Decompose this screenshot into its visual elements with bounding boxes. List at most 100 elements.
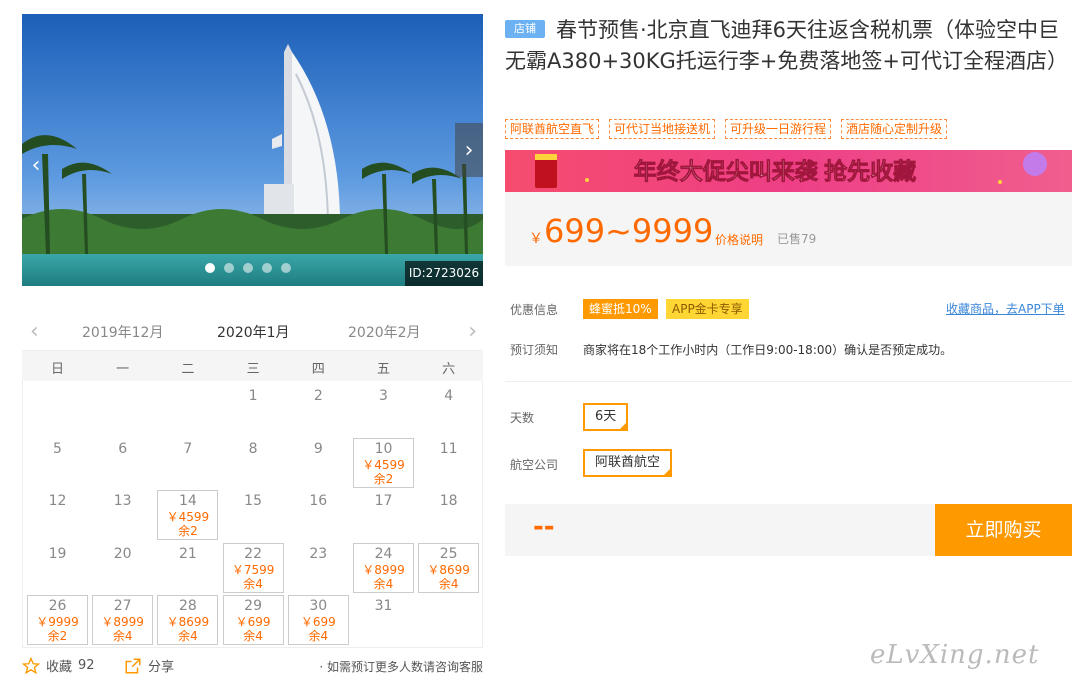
day-number: 28: [178, 598, 197, 615]
carousel-dot[interactable]: [224, 263, 234, 273]
calendar-day: 5: [27, 438, 88, 488]
calendar-day: 7: [157, 438, 218, 488]
day-price: ￥699: [300, 615, 336, 630]
gallery-footer: 收藏 92 分享 · 如需预订更多人数请咨询客服: [22, 656, 483, 678]
calendar-day-available[interactable]: 25 ￥8699 余4: [418, 542, 480, 593]
calendar-day-available[interactable]: 27 ￥8999 余4: [92, 595, 154, 646]
booking-notice: 商家将在18个工作小时内（工作日9:00-18:00）确认是否预定成功。: [583, 343, 953, 357]
app-order-link[interactable]: 收藏商品，去APP下单: [946, 300, 1065, 317]
calendar-day: 11: [418, 438, 479, 488]
month-tab-next[interactable]: 2020年2月: [348, 322, 421, 342]
carousel-dot[interactable]: [243, 263, 253, 273]
day-number: 1: [248, 388, 258, 404]
feature-tag: 阿联酋航空直飞: [505, 119, 600, 139]
calendar-day-available[interactable]: 28 ￥8699 余4: [157, 595, 219, 646]
calendar-day: 4: [418, 385, 479, 435]
day-price: ￥8699: [427, 562, 470, 577]
day-number: 9: [313, 440, 323, 457]
day-number: 11: [439, 440, 458, 457]
calendar-day: 19: [27, 543, 88, 593]
day-number: 13: [113, 493, 132, 510]
image-id-label: ID:2723026: [405, 261, 483, 286]
days-label: 天数: [510, 411, 535, 425]
share-label: 分享: [148, 660, 175, 675]
month-tab-current[interactable]: 2020年1月: [217, 322, 290, 342]
calendar-day: 6: [92, 438, 153, 488]
calendar-day-available[interactable]: 30 ￥699 余4: [287, 595, 349, 646]
product-title: 春节预售·北京直飞迪拜6天往返含税机票（体验空中巨无霸A380+30KG托运行李…: [505, 18, 1068, 73]
currency-symbol: ￥: [529, 231, 543, 247]
day-price: ￥8999: [362, 562, 405, 577]
carousel-dots: [205, 263, 291, 273]
day-number: 2: [313, 388, 323, 404]
day-number: 20: [113, 545, 132, 562]
calendar-day: 31: [353, 595, 414, 645]
calendar-day: 17: [353, 490, 414, 540]
day-remaining: 余4: [112, 629, 133, 644]
product-image-gallery[interactable]: ‹ › ID:2723026: [22, 14, 483, 286]
notice-label: 预订须知: [510, 343, 559, 357]
feature-tag: 可代订当地接送机: [609, 119, 716, 139]
day-number: 7: [183, 440, 193, 457]
calendar-day-available[interactable]: 10 ￥4599 余2: [353, 437, 414, 488]
weekday-label: 一: [116, 362, 130, 377]
month-tab-prev[interactable]: 2019年12月: [82, 322, 163, 342]
check-icon: ✓: [664, 461, 672, 470]
day-number: 25: [439, 545, 458, 562]
day-number: 6: [118, 440, 128, 457]
calendar-day-available[interactable]: 22 ￥7599 余4: [222, 542, 284, 593]
day-number: 12: [48, 493, 67, 510]
next-month-arrow[interactable]: ›: [468, 319, 477, 344]
price-explain-link[interactable]: 价格说明: [715, 231, 763, 248]
calendar-day: 20: [92, 543, 153, 593]
day-number: 17: [374, 493, 393, 510]
airline-option-emirates[interactable]: 阿联酋航空 ✓: [583, 449, 673, 477]
check-icon: ✓: [620, 415, 628, 424]
weekday-label: 三: [246, 362, 260, 377]
next-image-arrow[interactable]: ›: [455, 123, 483, 177]
booking-tip: · 如需预订更多人数请咨询客服: [319, 660, 483, 674]
day-number: 31: [374, 598, 393, 615]
day-number: 27: [113, 598, 132, 615]
carousel-dot[interactable]: [205, 263, 215, 273]
calendar-day-available[interactable]: 24 ￥8999 余4: [353, 542, 414, 593]
day-remaining: 余4: [373, 576, 394, 591]
calendar-month-nav: ‹ 2019年12月 2020年1月 2020年2月 ›: [22, 315, 483, 354]
discount-badge-honey: 蜂蜜抵10%: [583, 299, 658, 319]
days-option-6[interactable]: 6天 ✓: [583, 403, 629, 431]
shop-badge: 店铺: [505, 20, 545, 38]
calendar-weekday-header: 日一二三四五六: [22, 351, 483, 381]
weekday-label: 六: [442, 362, 456, 377]
site-watermark: eLvXing.net: [870, 640, 1040, 670]
total-price-placeholder: --: [533, 512, 555, 542]
day-remaining: 余2: [47, 629, 68, 644]
day-price: ￥9999: [36, 615, 79, 630]
day-number: 4: [444, 388, 454, 404]
feature-tags: 阿联酋航空直飞 可代订当地接送机 可升级一日游行程 酒店随心定制升级: [505, 119, 948, 139]
calendar-day-available[interactable]: 14 ￥4599 余2: [157, 490, 219, 541]
prev-month-arrow[interactable]: ‹: [30, 319, 39, 344]
share-icon: [125, 658, 141, 673]
day-number: 18: [439, 493, 458, 510]
weekday-label: 日: [50, 362, 64, 377]
promo-banner-text: 年终大促尖叫来袭 抢先收藏: [634, 158, 916, 184]
weekday-label: 五: [376, 362, 390, 377]
calendar-day: 13: [92, 490, 153, 540]
prev-image-arrow[interactable]: ‹: [22, 138, 50, 192]
weekday-label: 二: [181, 362, 195, 377]
promo-banner[interactable]: 年终大促尖叫来袭 抢先收藏: [505, 150, 1072, 192]
day-remaining: 余4: [178, 629, 198, 644]
day-number: 19: [48, 545, 67, 562]
carousel-dot[interactable]: [262, 263, 272, 273]
calendar-day: 21: [157, 543, 218, 593]
share-button[interactable]: 分享: [124, 656, 174, 675]
calendar-day-available[interactable]: 29 ￥699 余4: [222, 595, 284, 646]
buy-now-button[interactable]: 立即购买: [935, 504, 1072, 556]
day-remaining: 余2: [178, 524, 198, 539]
calendar-day-available[interactable]: 26 ￥9999 余2: [27, 595, 88, 646]
day-number: 26: [48, 598, 67, 615]
carousel-dot[interactable]: [281, 263, 291, 273]
day-number: 22: [244, 545, 262, 562]
calendar-day: 9: [288, 438, 349, 488]
favorite-button[interactable]: 收藏 92: [22, 656, 95, 675]
